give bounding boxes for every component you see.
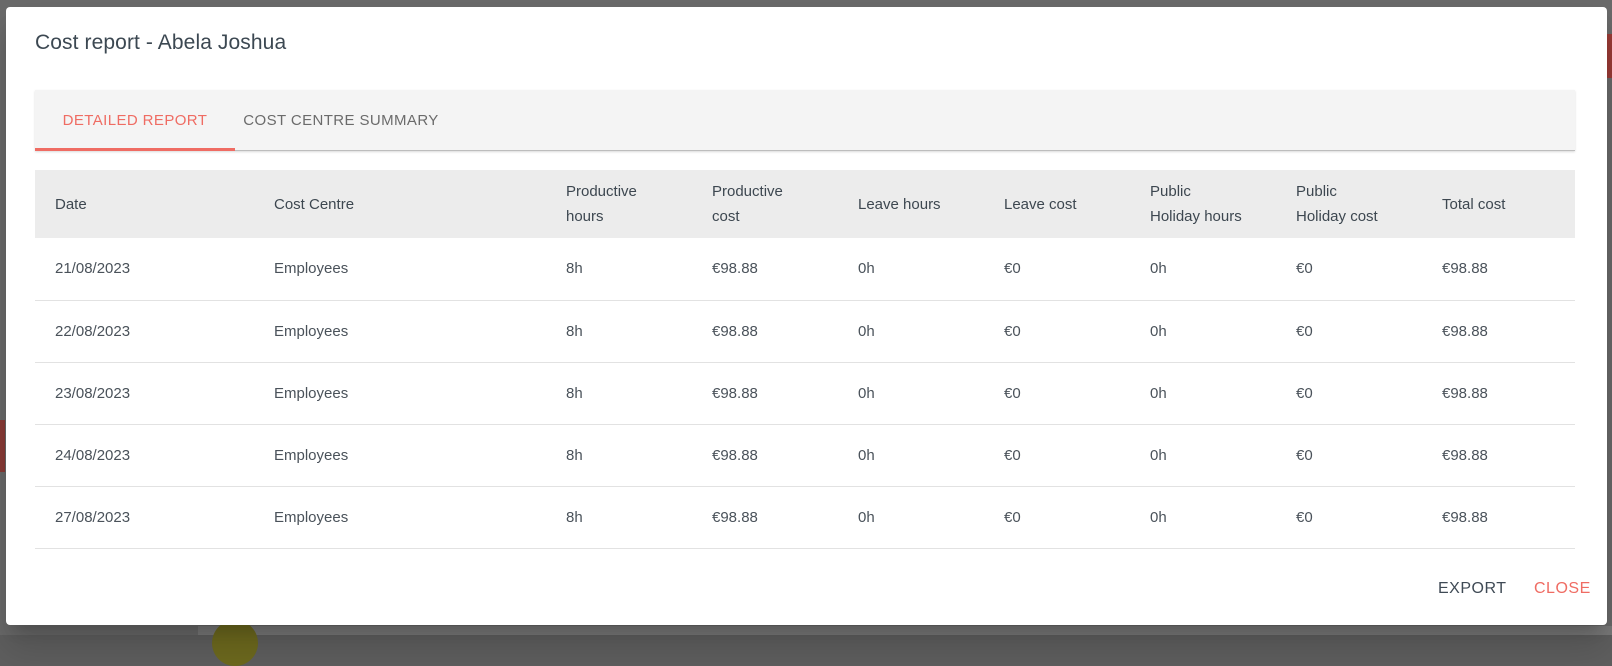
- cell-cost-centre: Employees: [254, 486, 546, 548]
- cell-leave-hours: 0h: [838, 424, 984, 486]
- cost-report-dialog: Cost report - Abela Joshua DETAILED REPO…: [6, 7, 1607, 625]
- column-header-productive-cost[interactable]: Productivecost: [692, 170, 838, 238]
- report-tabs: DETAILED REPORT COST CENTRE SUMMARY: [35, 90, 1575, 151]
- tab-label: COST CENTRE SUMMARY: [243, 112, 438, 129]
- column-header-leave-cost[interactable]: Leave cost: [984, 170, 1130, 238]
- cell-leave-hours: 0h: [838, 362, 984, 424]
- cell-leave-hours: 0h: [838, 300, 984, 362]
- cell-leave-hours: 0h: [838, 238, 984, 300]
- table-row: 21/08/2023 Employees 8h €98.88 0h €0 0h …: [35, 238, 1575, 300]
- cell-total-cost: €98.88: [1422, 424, 1575, 486]
- cell-date: 27/08/2023: [35, 486, 254, 548]
- cell-public-holiday-cost: €0: [1276, 362, 1422, 424]
- cell-cost-centre: Employees: [254, 362, 546, 424]
- cell-leave-hours: 0h: [838, 486, 984, 548]
- cell-productive-cost: €98.88: [692, 238, 838, 300]
- column-header-date[interactable]: Date: [35, 170, 254, 238]
- cell-public-holiday-hours: 0h: [1130, 238, 1276, 300]
- cell-total-cost: €98.88: [1422, 238, 1575, 300]
- column-header-leave-hours[interactable]: Leave hours: [838, 170, 984, 238]
- tab-label: DETAILED REPORT: [63, 112, 208, 129]
- cell-public-holiday-hours: 0h: [1130, 362, 1276, 424]
- cell-leave-cost: €0: [984, 300, 1130, 362]
- close-button[interactable]: CLOSE: [1534, 580, 1591, 598]
- tab-detailed-report[interactable]: DETAILED REPORT: [35, 90, 235, 150]
- cell-productive-cost: €98.88: [692, 486, 838, 548]
- cell-leave-cost: €0: [984, 362, 1130, 424]
- cost-report-table: Date Cost Centre Productivehours Product…: [35, 170, 1575, 549]
- background-element: [0, 420, 5, 472]
- cell-public-holiday-cost: €0: [1276, 300, 1422, 362]
- cell-productive-hours: 8h: [546, 362, 692, 424]
- table-row: 23/08/2023 Employees 8h €98.88 0h €0 0h …: [35, 362, 1575, 424]
- table-row: 24/08/2023 Employees 8h €98.88 0h €0 0h …: [35, 424, 1575, 486]
- table-header-row: Date Cost Centre Productivehours Product…: [35, 170, 1575, 238]
- cell-total-cost: €98.88: [1422, 300, 1575, 362]
- cell-public-holiday-hours: 0h: [1130, 486, 1276, 548]
- cell-productive-cost: €98.88: [692, 424, 838, 486]
- table-row: 27/08/2023 Employees 8h €98.88 0h €0 0h …: [35, 486, 1575, 548]
- cell-cost-centre: Employees: [254, 300, 546, 362]
- cell-date: 23/08/2023: [35, 362, 254, 424]
- cell-productive-cost: €98.88: [692, 300, 838, 362]
- cell-total-cost: €98.88: [1422, 486, 1575, 548]
- cell-productive-hours: 8h: [546, 486, 692, 548]
- cell-public-holiday-cost: €0: [1276, 238, 1422, 300]
- cell-date: 24/08/2023: [35, 424, 254, 486]
- cell-total-cost: €98.88: [1422, 362, 1575, 424]
- background-avatar: [212, 620, 258, 666]
- cell-productive-hours: 8h: [546, 300, 692, 362]
- cell-public-holiday-cost: €0: [1276, 424, 1422, 486]
- column-header-cost-centre[interactable]: Cost Centre: [254, 170, 546, 238]
- cell-date: 22/08/2023: [35, 300, 254, 362]
- column-header-public-holiday-cost[interactable]: PublicHoliday cost: [1276, 170, 1422, 238]
- cell-productive-hours: 8h: [546, 424, 692, 486]
- cell-productive-cost: €98.88: [692, 362, 838, 424]
- cell-public-holiday-cost: €0: [1276, 486, 1422, 548]
- cell-public-holiday-hours: 0h: [1130, 424, 1276, 486]
- cell-date: 21/08/2023: [35, 238, 254, 300]
- cell-leave-cost: €0: [984, 424, 1130, 486]
- cell-leave-cost: €0: [984, 486, 1130, 548]
- column-header-public-holiday-hours[interactable]: PublicHoliday hours: [1130, 170, 1276, 238]
- column-header-total-cost[interactable]: Total cost: [1422, 170, 1575, 238]
- column-header-productive-hours[interactable]: Productivehours: [546, 170, 692, 238]
- cell-productive-hours: 8h: [546, 238, 692, 300]
- export-button[interactable]: EXPORT: [1438, 580, 1507, 598]
- active-tab-indicator: [35, 148, 235, 151]
- cell-public-holiday-hours: 0h: [1130, 300, 1276, 362]
- cell-cost-centre: Employees: [254, 424, 546, 486]
- dialog-title: Cost report - Abela Joshua: [35, 31, 286, 55]
- background-element: [198, 626, 1612, 635]
- table-row: 22/08/2023 Employees 8h €98.88 0h €0 0h …: [35, 300, 1575, 362]
- cell-cost-centre: Employees: [254, 238, 546, 300]
- tab-cost-centre-summary[interactable]: COST CENTRE SUMMARY: [235, 90, 447, 150]
- cell-leave-cost: €0: [984, 238, 1130, 300]
